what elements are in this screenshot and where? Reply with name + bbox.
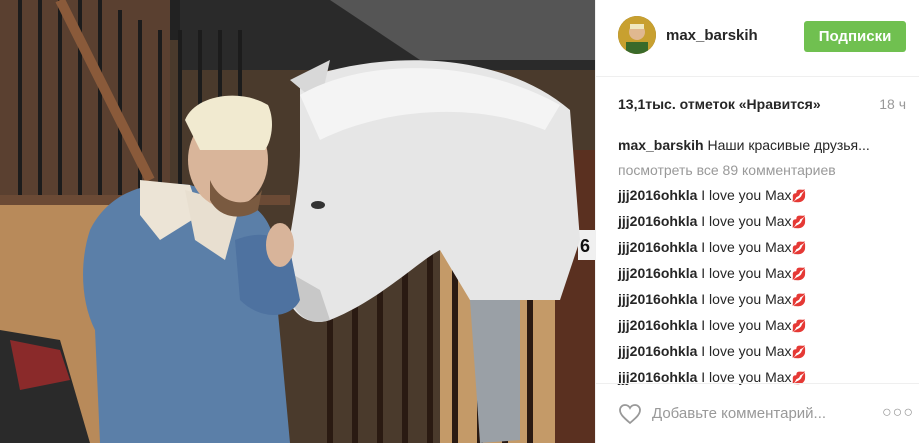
comment-username[interactable]: jjj2016ohkla xyxy=(618,213,697,229)
comment-username[interactable]: jjj2016ohkla xyxy=(618,239,697,255)
avatar[interactable] xyxy=(618,16,656,54)
comment-text: I love you Max xyxy=(701,317,792,333)
follow-button[interactable]: Подписки xyxy=(804,21,906,52)
comment-item: jjj2016ohkla I love you Max💋 xyxy=(618,261,908,287)
comment-text: I love you Max xyxy=(701,239,792,255)
post-photo[interactable]: 6 xyxy=(0,0,595,443)
comment-text: I love you Max xyxy=(701,187,792,203)
comment-item: jjj2016ohkla I love you Max💋 xyxy=(618,287,908,313)
comment-username[interactable]: jjj2016ohkla xyxy=(618,317,697,333)
photo-image: 6 xyxy=(0,0,595,443)
comment-username[interactable]: jjj2016ohkla xyxy=(618,265,697,281)
comment-username[interactable]: jjj2016ohkla xyxy=(618,343,697,359)
post-footer: Добавьте комментарий... ○○○ xyxy=(596,383,919,444)
kiss-emoji-icon: 💋 xyxy=(791,319,807,333)
comment-username[interactable]: jjj2016ohkla xyxy=(618,187,697,203)
caption-username[interactable]: max_barskih xyxy=(618,137,704,153)
post-time[interactable]: 18 ч xyxy=(879,96,906,112)
kiss-emoji-icon: 💋 xyxy=(791,345,807,359)
comment-text: I love you Max xyxy=(701,265,792,281)
comment-username[interactable]: jjj2016ohkla xyxy=(618,291,697,307)
post-details-panel: max_barskih Подписки 13,1тыс. отметок «Н… xyxy=(595,0,919,443)
likes-count[interactable]: 13,1тыс. отметок «Нравится» xyxy=(618,96,821,112)
kiss-emoji-icon: 💋 xyxy=(791,189,807,203)
kiss-emoji-icon: 💋 xyxy=(791,215,807,229)
comment-item: jjj2016ohkla I love you Max💋 xyxy=(618,313,908,339)
more-options-icon[interactable]: ○○○ xyxy=(882,404,914,422)
comments-list: max_barskih Наши красивые друзья... посм… xyxy=(618,133,908,391)
caption-text: Наши красивые друзья... xyxy=(707,137,870,153)
post-username[interactable]: max_barskih xyxy=(666,27,758,44)
comment-item: jjj2016ohkla I love you Max💋 xyxy=(618,339,908,365)
caption: max_barskih Наши красивые друзья... xyxy=(618,133,908,158)
comment-item: jjj2016ohkla I love you Max💋 xyxy=(618,183,908,209)
post-header: max_barskih Подписки xyxy=(596,0,919,77)
heart-outline-icon[interactable] xyxy=(618,403,642,425)
comment-text: I love you Max xyxy=(701,213,792,229)
view-all-comments-link[interactable]: посмотреть все 89 комментариев xyxy=(618,158,908,183)
comment-text: I love you Max xyxy=(701,291,792,307)
comment-item: jjj2016ohkla I love you Max💋 xyxy=(618,209,908,235)
likes-row: 13,1тыс. отметок «Нравится» 18 ч xyxy=(618,96,906,112)
comment-item: jjj2016ohkla I love you Max💋 xyxy=(618,235,908,261)
kiss-emoji-icon: 💋 xyxy=(791,267,807,281)
comment-text: I love you Max xyxy=(701,343,792,359)
kiss-emoji-icon: 💋 xyxy=(791,293,807,307)
add-comment-input[interactable]: Добавьте комментарий... xyxy=(652,405,826,422)
stall-number-label: 6 xyxy=(580,236,590,256)
kiss-emoji-icon: 💋 xyxy=(791,241,807,255)
